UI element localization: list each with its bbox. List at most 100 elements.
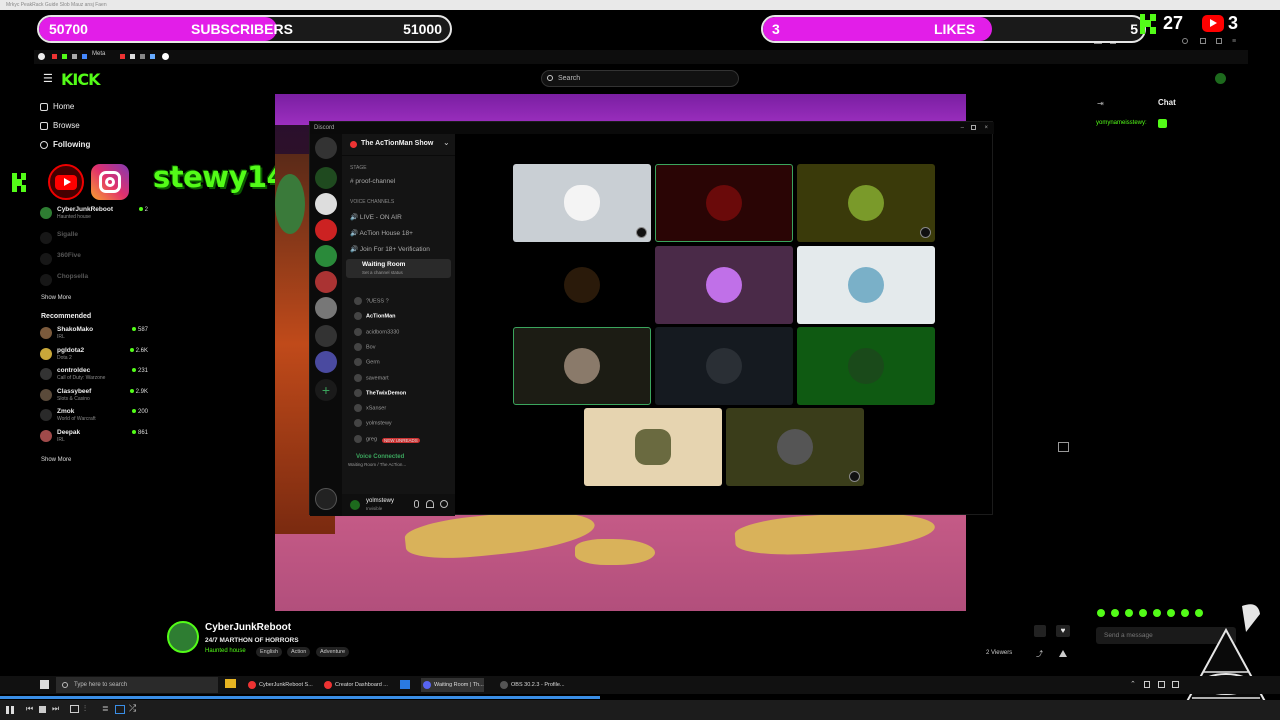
show-more-recommended[interactable]: Show More bbox=[41, 457, 71, 463]
pause-icon[interactable] bbox=[11, 706, 14, 714]
server-icon[interactable] bbox=[315, 167, 337, 189]
voice-user[interactable]: Germ bbox=[354, 358, 380, 367]
user-avatar[interactable] bbox=[1215, 73, 1226, 84]
server-icon[interactable] bbox=[315, 193, 337, 215]
server-icon[interactable] bbox=[315, 271, 337, 293]
followed-channel[interactable]: Chopsella bbox=[40, 273, 148, 291]
voice-channel[interactable]: 🔊 LIVE - ON AIR bbox=[350, 213, 402, 221]
pause-icon[interactable] bbox=[6, 706, 9, 714]
shield-icon[interactable] bbox=[1182, 38, 1188, 44]
shuffle-icon[interactable]: ⤮ bbox=[129, 703, 136, 714]
notification-bell-icon[interactable] bbox=[1034, 625, 1046, 637]
loop-icon[interactable] bbox=[115, 705, 125, 714]
emote-icon[interactable] bbox=[1097, 609, 1105, 617]
stream-tag[interactable]: Adventure bbox=[316, 647, 350, 657]
maximize-icon[interactable] bbox=[971, 125, 976, 130]
follow-heart-icon[interactable]: ♥ bbox=[1056, 625, 1070, 637]
channel-name[interactable]: CyberJunkReboot bbox=[205, 622, 291, 633]
playlist-icon[interactable]: ≣ bbox=[102, 704, 109, 713]
emote-icon[interactable] bbox=[1125, 609, 1133, 617]
stream-tag[interactable]: Action bbox=[287, 647, 311, 657]
voice-channel-waiting-room[interactable]: Waiting Room Set a channel status bbox=[346, 259, 451, 278]
participant-tile[interactable] bbox=[797, 246, 935, 324]
extensions-icon[interactable] bbox=[1200, 38, 1206, 44]
discover-icon[interactable] bbox=[315, 488, 337, 510]
server-icon[interactable] bbox=[315, 219, 337, 241]
recommended-channel[interactable]: Deepak IRL 861 bbox=[40, 429, 148, 447]
chat-username[interactable]: yomynameisstewy: bbox=[1096, 120, 1147, 126]
discord-window[interactable]: Discord – × + The AcTionMan Show ⌄ STAGE… bbox=[309, 121, 994, 516]
server-header[interactable]: The AcTionMan Show ⌄ bbox=[342, 134, 455, 156]
voice-user[interactable]: ?UESS ? bbox=[354, 297, 389, 305]
participant-tile[interactable] bbox=[513, 327, 651, 405]
taskbar-app[interactable]: CyberJunkReboot S... bbox=[246, 678, 313, 692]
taskbar-app[interactable]: OBS 30.2.3 - Profile... bbox=[498, 678, 565, 692]
playback-progress[interactable] bbox=[0, 696, 600, 699]
collapse-chat-icon[interactable]: ⇥ bbox=[1097, 99, 1104, 108]
taskbar-app[interactable]: Creator Dashboard ... bbox=[322, 678, 388, 692]
followed-channel[interactable]: 360Five bbox=[40, 252, 148, 270]
participant-tile[interactable] bbox=[655, 246, 793, 324]
server-icon[interactable] bbox=[315, 351, 337, 373]
hamburger-menu-icon[interactable]: ☰ bbox=[43, 72, 53, 85]
search-input[interactable]: Search bbox=[541, 70, 739, 87]
voice-user[interactable]: xSanser bbox=[354, 404, 386, 413]
previous-icon[interactable]: ⏮ bbox=[26, 704, 33, 714]
bookmark-icon[interactable] bbox=[140, 54, 145, 59]
new-unreads-badge[interactable]: NEW UNREADS bbox=[382, 438, 420, 443]
user-avatar[interactable] bbox=[350, 500, 360, 510]
fullscreen-icon[interactable] bbox=[70, 705, 79, 713]
recommended-channel[interactable]: Zmok World of Warcraft 200 bbox=[40, 408, 148, 426]
recommended-channel[interactable]: ShakoMako IRL 587 bbox=[40, 326, 148, 344]
app-icon[interactable] bbox=[400, 680, 410, 689]
add-server-icon[interactable]: + bbox=[315, 379, 337, 401]
voice-user[interactable]: yolmstewy bbox=[354, 419, 392, 428]
participant-tile[interactable] bbox=[797, 327, 935, 405]
voice-user[interactable]: savemart bbox=[354, 373, 389, 382]
headphones-icon[interactable] bbox=[426, 500, 434, 508]
download-icon[interactable] bbox=[1216, 38, 1222, 44]
bookmark-icon[interactable] bbox=[72, 54, 77, 59]
emote-icon[interactable] bbox=[1139, 609, 1147, 617]
minimize-icon[interactable]: – bbox=[961, 122, 964, 134]
voice-user[interactable]: TheTwixDemon bbox=[354, 388, 406, 397]
nav-following[interactable]: Following bbox=[40, 140, 90, 149]
voice-location[interactable]: Waiting Room / The AcTion... bbox=[348, 462, 406, 467]
picture-in-picture-icon[interactable] bbox=[1058, 442, 1069, 452]
bookmark-meta[interactable]: Meta bbox=[92, 51, 105, 57]
bookmark-icon[interactable] bbox=[162, 53, 169, 60]
kick-logo[interactable]: KICK bbox=[61, 70, 100, 89]
voice-user[interactable]: acidborn3330 bbox=[354, 327, 399, 336]
network-icon[interactable] bbox=[1158, 681, 1165, 688]
server-icon[interactable] bbox=[315, 325, 337, 347]
nav-home[interactable]: Home bbox=[40, 102, 74, 111]
browser-tab-icon[interactable] bbox=[38, 53, 45, 60]
participant-tile[interactable] bbox=[726, 408, 864, 486]
settings-gear-icon[interactable] bbox=[440, 500, 448, 508]
text-channel[interactable]: # proof-channel bbox=[350, 178, 395, 185]
mic-icon[interactable] bbox=[1144, 681, 1150, 688]
nav-browse[interactable]: Browse bbox=[40, 121, 80, 130]
bookmark-icon[interactable] bbox=[150, 54, 155, 59]
participant-tile[interactable] bbox=[513, 164, 651, 242]
server-icon[interactable] bbox=[315, 297, 337, 319]
participant-tile[interactable] bbox=[584, 408, 722, 486]
chevron-up-icon[interactable]: ⌃ bbox=[1130, 680, 1136, 688]
stream-tag[interactable]: English bbox=[256, 647, 283, 657]
participant-tile[interactable] bbox=[655, 327, 793, 405]
stop-icon[interactable] bbox=[39, 706, 46, 713]
equalizer-icon[interactable]: ⫶ bbox=[84, 704, 86, 714]
followed-channel[interactable]: Sigalle bbox=[40, 231, 148, 249]
close-icon[interactable]: × bbox=[984, 122, 988, 134]
microphone-icon[interactable] bbox=[414, 500, 419, 508]
participant-tile[interactable] bbox=[797, 164, 935, 242]
more-options-icon[interactable] bbox=[1059, 650, 1067, 657]
taskbar-search-input[interactable]: Type here to search bbox=[56, 677, 218, 693]
windows-start-icon[interactable] bbox=[40, 680, 49, 689]
menu-icon[interactable]: ≡ bbox=[1232, 38, 1236, 45]
channel-avatar[interactable] bbox=[167, 621, 199, 653]
server-icon[interactable] bbox=[315, 245, 337, 267]
recommended-channel[interactable]: pgldota2 Dota 2 2.6K bbox=[40, 347, 148, 365]
file-explorer-icon[interactable] bbox=[225, 679, 236, 688]
voice-user[interactable]: AcTionMan bbox=[354, 312, 396, 321]
